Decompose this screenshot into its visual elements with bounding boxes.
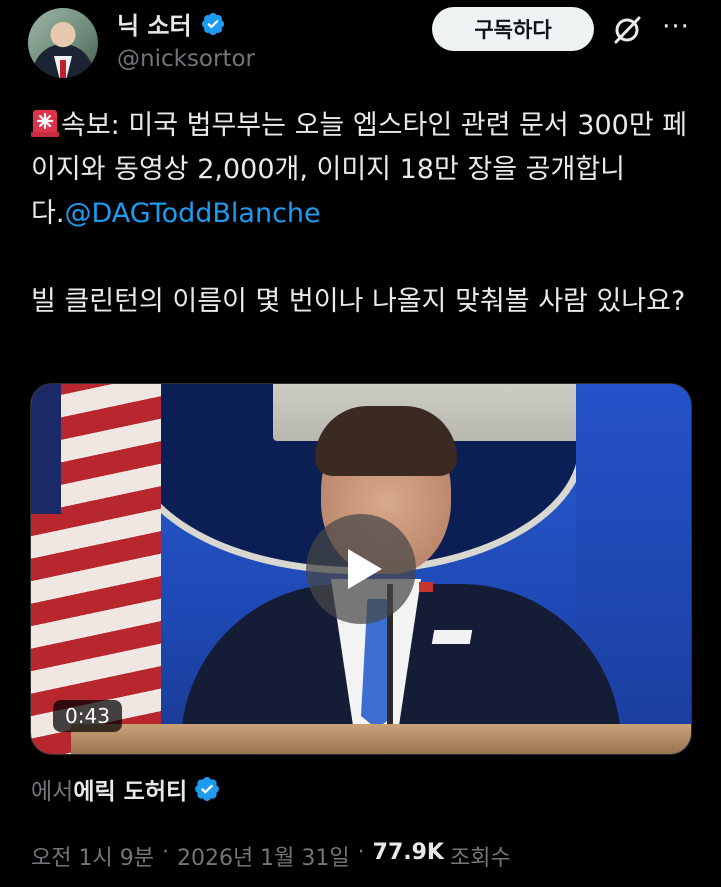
mention-link[interactable]: @DAGToddBlanche: [64, 198, 320, 229]
verified-badge-icon: [201, 12, 224, 35]
attribution-prefix: 에서: [31, 779, 74, 805]
meta-separator: ·: [161, 840, 169, 865]
video-player[interactable]: DEPA CE 0:43: [30, 383, 692, 755]
tweet-body: 속보: 미국 법무부는 오늘 엡스타인 관련 문서 300만 페이지와 동영상 …: [31, 104, 701, 236]
meta-separator: ·: [357, 840, 365, 865]
attribution-name[interactable]: 에릭 도허티: [73, 772, 187, 806]
avatar-tie: [60, 60, 66, 78]
speaker-hair: [315, 406, 457, 476]
tweet-time[interactable]: 오전 1시 9분: [31, 840, 154, 872]
play-icon: [348, 549, 382, 589]
us-flag-canton: [31, 384, 61, 514]
more-icon[interactable]: ···: [661, 14, 691, 46]
verified-badge-icon: [195, 777, 220, 801]
author-name-row: 닉 소터: [117, 6, 226, 41]
subscribe-button[interactable]: 구독하다: [432, 7, 594, 51]
tweet-text-part2: 빌 클린턴의 이름이 몇 번이나 나올지 맞춰볼 사람 있나요?: [31, 286, 686, 317]
play-button[interactable]: [306, 514, 416, 624]
speaker-flag-pin: [419, 582, 433, 592]
author-display-name[interactable]: 닉 소터: [117, 6, 192, 41]
author-avatar[interactable]: [28, 8, 98, 78]
tweet-meta: 오전 1시 9분 · 2026년 1월 31일 · 77.9K 조회수: [31, 840, 511, 872]
author-handle[interactable]: @nicksortor: [117, 46, 255, 72]
video-duration: 0:43: [53, 700, 122, 732]
tweet-header: 닉 소터 @nicksortor 구독하다 ···: [0, 0, 721, 80]
views-label: 조회수: [449, 846, 511, 871]
views-count: 77.9K: [372, 840, 444, 865]
video-attribution: 에서 에릭 도허티: [31, 772, 221, 806]
siren-emoji-icon: [31, 110, 59, 137]
tweet-date[interactable]: 2026년 1월 31일: [177, 840, 350, 872]
grok-icon[interactable]: [611, 14, 643, 46]
podium: [71, 724, 691, 754]
speaker-pocket-square: [431, 630, 473, 644]
